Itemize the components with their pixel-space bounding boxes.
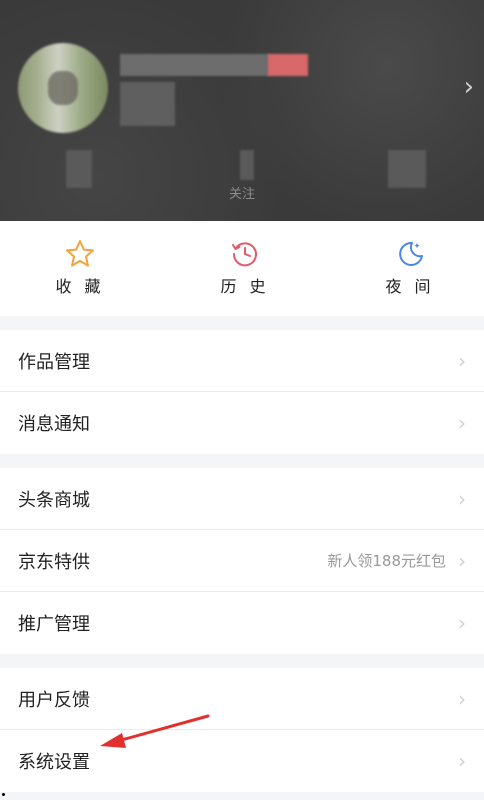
annotation-arrow — [100, 714, 210, 748]
bullet-dot — [2, 793, 5, 796]
